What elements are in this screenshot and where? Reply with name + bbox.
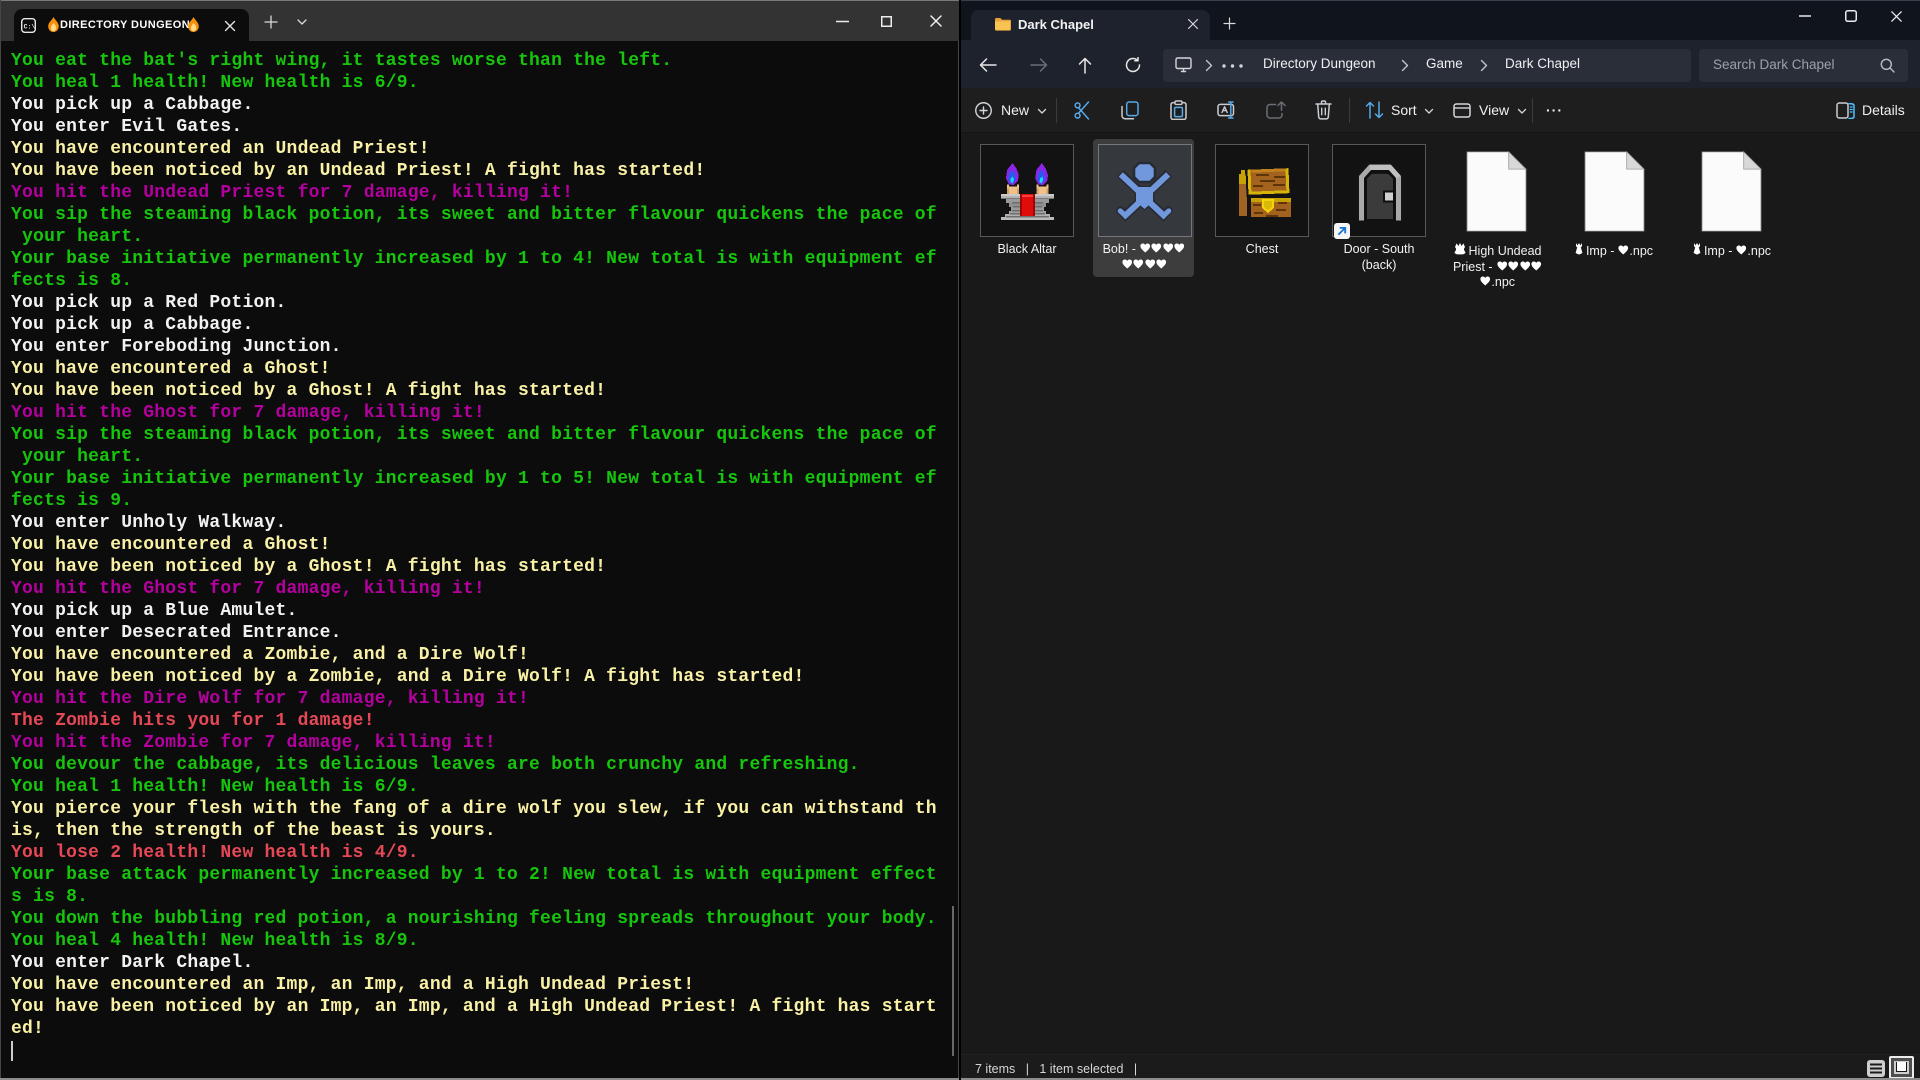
svg-text:C:\: C:\ [24, 23, 36, 30]
